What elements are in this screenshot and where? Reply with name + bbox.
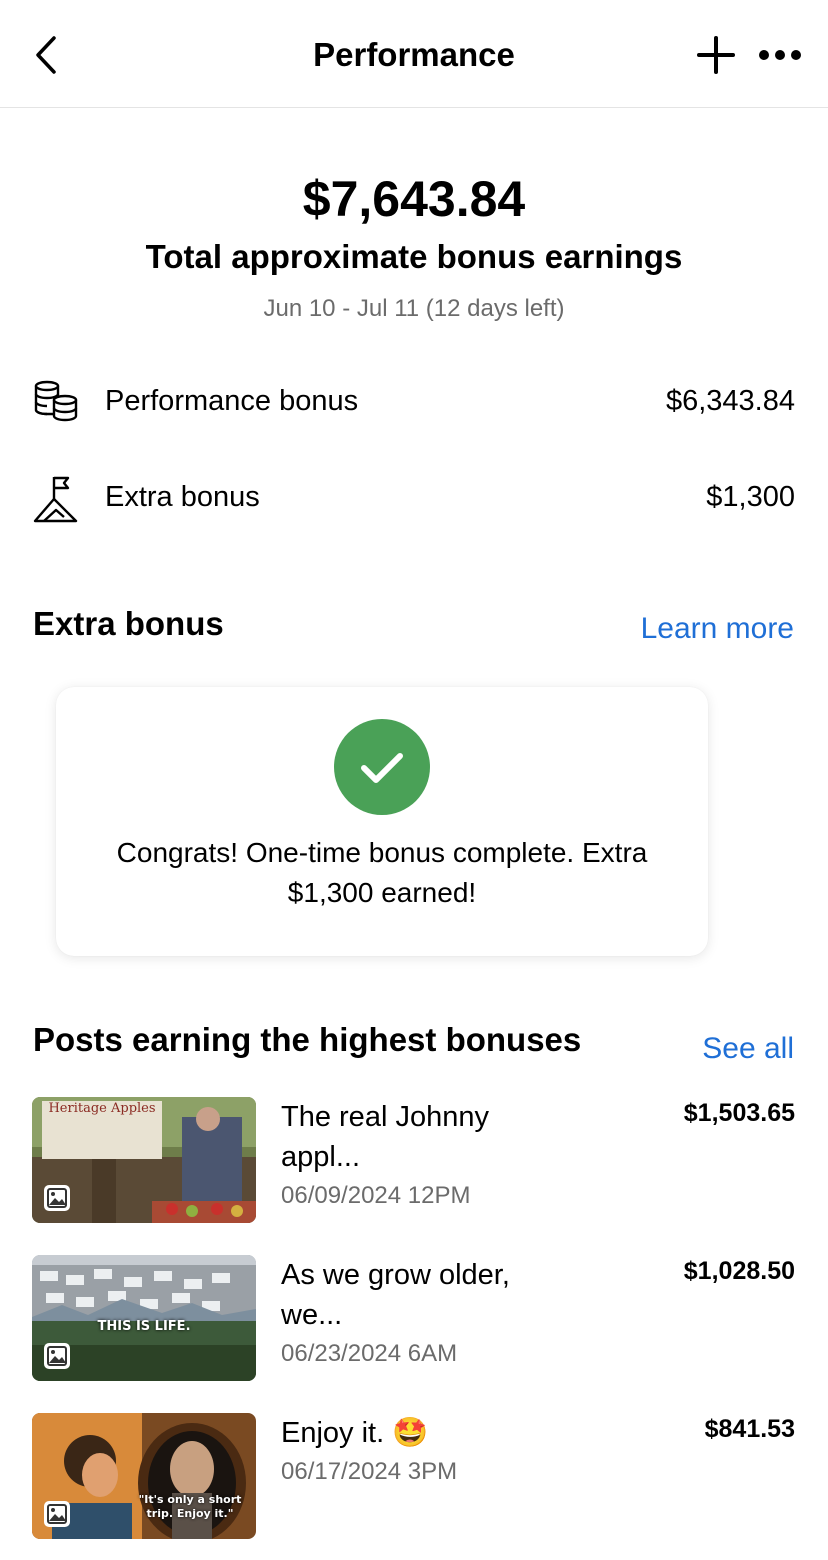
breakdown-label: Extra bonus xyxy=(105,481,260,513)
image-type-icon xyxy=(42,1499,72,1529)
mountain-flag-icon xyxy=(32,473,80,523)
total-bonus-amount: $7,643.84 xyxy=(302,171,526,227)
post-thumbnail[interactable]: THIS IS LIFE. xyxy=(32,1255,256,1381)
performance-bonus-row: Performance bonus $6,343.84 xyxy=(0,371,828,431)
thumbnail-caption: THIS IS LIFE. xyxy=(97,1319,191,1334)
post-date: 06/23/2024 6AM xyxy=(281,1340,458,1367)
image-type-icon xyxy=(42,1341,72,1371)
total-bonus-label: Total approximate bonus earnings xyxy=(145,238,683,275)
post-title: As we grow older, we... xyxy=(281,1259,510,1331)
thumbnail-sign-text: Heritage Apples xyxy=(48,1101,156,1116)
post-item[interactable]: "It's only a short trip. Enjoy it." Enjo… xyxy=(0,1413,828,1541)
breakdown-value: $1,300 xyxy=(706,481,795,513)
post-thumbnail[interactable]: "It's only a short trip. Enjoy it." xyxy=(32,1413,256,1539)
bonus-complete-card: Congrats! One-time bonus complete. Extra… xyxy=(56,687,708,956)
coins-stack-icon xyxy=(32,377,80,425)
plus-icon[interactable] xyxy=(696,34,736,76)
post-title: The real Johnny appl... xyxy=(281,1101,489,1173)
top-posts-heading: Posts earning the highest bonuses xyxy=(33,1021,582,1058)
extra-bonus-row: Extra bonus $1,300 xyxy=(0,467,828,527)
post-item[interactable]: Heritage Apples The real Johnny appl... … xyxy=(0,1097,828,1225)
post-title: Enjoy it. 🤩 xyxy=(281,1417,429,1449)
check-circle-icon xyxy=(334,719,430,815)
learn-more-link[interactable]: Learn more xyxy=(641,610,794,648)
image-type-icon xyxy=(42,1183,72,1213)
breakdown-label: Performance bonus xyxy=(105,385,359,417)
post-date: 06/09/2024 12PM xyxy=(281,1182,471,1209)
post-thumbnail[interactable]: Heritage Apples xyxy=(32,1097,256,1223)
bonus-complete-message: Congrats! One-time bonus complete. Extra… xyxy=(116,837,648,908)
post-bonus-amount: $1,028.50 xyxy=(683,1257,795,1285)
extra-bonus-heading: Extra bonus xyxy=(33,605,224,642)
date-range: Jun 10 - Jul 11 (12 days left) xyxy=(263,295,565,322)
post-date: 06/17/2024 3PM xyxy=(281,1458,458,1485)
more-horizontal-icon[interactable] xyxy=(756,42,804,68)
breakdown-value: $6,343.84 xyxy=(665,385,795,417)
post-bonus-amount: $841.53 xyxy=(704,1415,795,1443)
post-item[interactable]: THIS IS LIFE. As we grow older, we... 06… xyxy=(0,1255,828,1383)
top-navigation-bar: Performance xyxy=(0,0,828,108)
post-bonus-amount: $1,503.65 xyxy=(683,1099,795,1127)
see-all-link[interactable]: See all xyxy=(702,1030,794,1068)
thumbnail-caption: "It's only a short trip. Enjoy it." xyxy=(138,1493,242,1520)
